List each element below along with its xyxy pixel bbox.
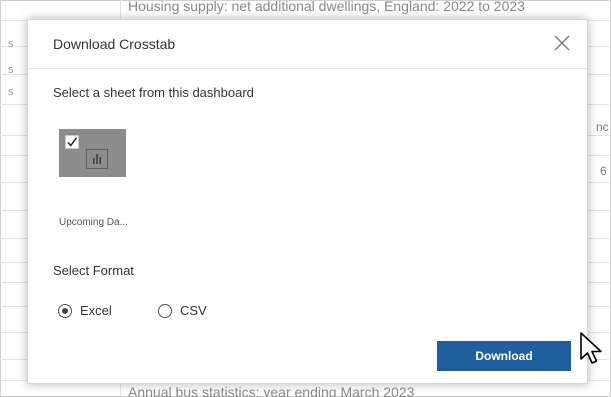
page: Housing supply: net additional dwellings… [0, 0, 611, 397]
background-cell-fragment: 6 [600, 164, 607, 178]
close-icon [551, 32, 573, 54]
format-option-label: CSV [180, 303, 207, 318]
radio-selected-icon[interactable] [58, 303, 72, 318]
background-cell-fragment: s [8, 86, 14, 98]
background-cell-fragment: s [8, 38, 14, 50]
radio-unselected-icon[interactable] [158, 303, 172, 318]
bar-chart-icon [86, 149, 108, 169]
sheet-name: Upcoming Da... [59, 217, 128, 228]
background-cell-fragment: s [8, 64, 14, 76]
download-crosstab-dialog: Download Crosstab Select a sheet from th… [27, 19, 588, 384]
download-button[interactable]: Download [437, 341, 571, 371]
format-option-csv[interactable]: CSV [158, 303, 207, 318]
background-cell-fragment: nc [596, 120, 609, 134]
dialog-header: Download Crosstab [28, 20, 587, 69]
sheet-checkbox[interactable] [65, 135, 79, 149]
sheet-prompt-label: Select a sheet from this dashboard [53, 85, 254, 100]
format-label: Select Format [53, 263, 134, 278]
format-option-excel[interactable]: Excel [58, 303, 112, 318]
sheet-thumbnail[interactable] [59, 129, 126, 177]
mouse-pointer-icon [579, 331, 607, 367]
dialog-title: Download Crosstab [53, 36, 176, 52]
format-option-label: Excel [80, 303, 112, 318]
background-row-title: Housing supply: net additional dwellings… [128, 0, 525, 14]
close-button[interactable] [551, 32, 573, 54]
background-row-title: Annual bus statistics: year ending March… [128, 384, 415, 397]
checkmark-icon [66, 136, 78, 148]
